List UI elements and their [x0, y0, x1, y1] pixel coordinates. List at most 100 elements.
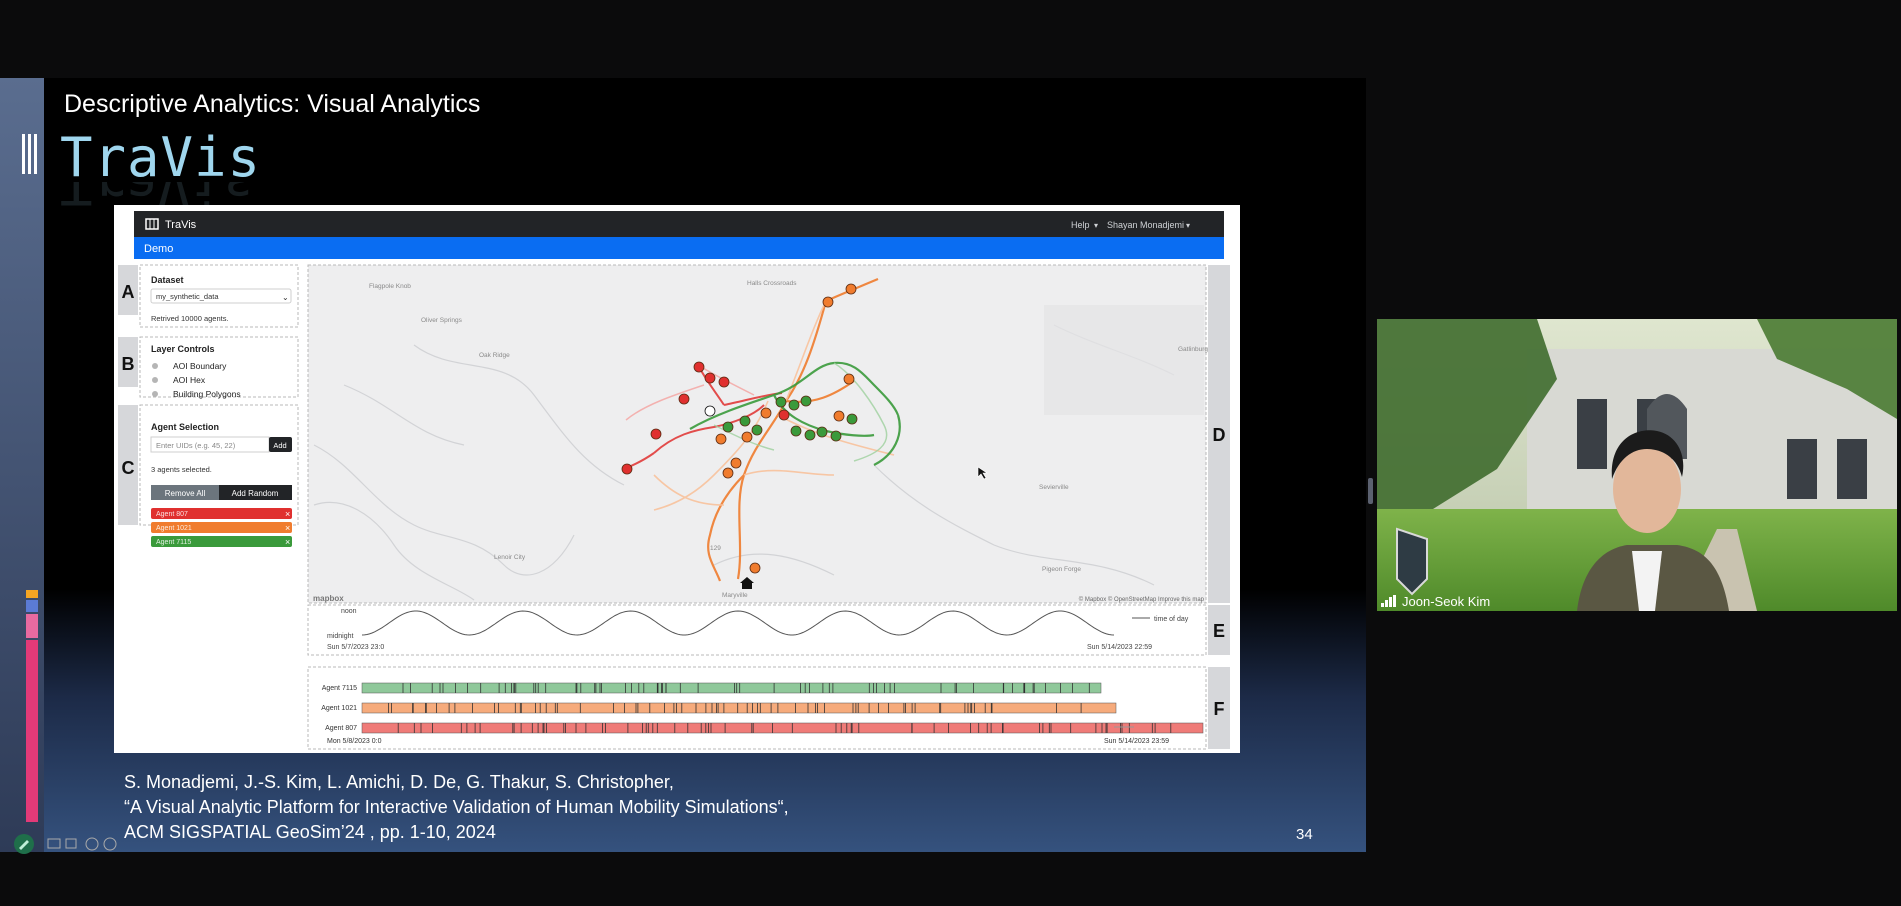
dataset-status: Retrived 10000 agents. [151, 314, 229, 323]
mapbox-logo: mapbox [313, 594, 344, 603]
agents-selected-status: 3 agents selected. [151, 465, 212, 474]
presentation-slide: Descriptive Analytics: Visual Analytics … [0, 78, 1366, 852]
time-start-label: Sun 5/7/2023 23:0 [327, 644, 384, 651]
more-icon[interactable] [85, 837, 99, 851]
map-stop-marker[interactable] [704, 372, 716, 384]
map-place-label: Oak Ridge [479, 352, 510, 359]
map-stop-marker[interactable] [722, 467, 734, 479]
layer-toggle-building-polygons[interactable] [152, 391, 158, 397]
map-stop-marker[interactable] [749, 562, 761, 574]
university-shield-logo [1396, 527, 1428, 596]
map-stop-marker[interactable] [788, 399, 800, 411]
presentation-toolbar [14, 834, 117, 854]
map-place-label: Oliver Springs [421, 317, 463, 324]
map-stop-marker[interactable] [822, 296, 834, 308]
map-stop-marker[interactable] [718, 376, 730, 388]
travis-screenshot: TraVis Help ▾ Shayan Monadjemi ▾ Demo A … [114, 205, 1240, 753]
timeline-row-label-7115: Agent 7115 [322, 685, 357, 692]
map-place-label: Halls Crossroads [747, 280, 797, 287]
map-place-label: Flagpole Knob [369, 283, 411, 290]
panel-resize-handle[interactable] [1368, 478, 1373, 504]
map-place-label: Lenoir City [494, 554, 526, 561]
map-stop-marker[interactable] [621, 463, 633, 475]
webcam-tile[interactable] [1377, 319, 1897, 611]
chevron-down-icon: ⌄ [282, 293, 289, 302]
timeline-start-label: Mon 5/8/2023 0:0 [327, 738, 382, 745]
map-stop-marker[interactable] [722, 421, 734, 433]
slide-number: 34 [1296, 826, 1313, 843]
map-stop-marker[interactable] [790, 425, 802, 437]
layer-toggle-aoi-hex[interactable] [152, 377, 158, 383]
remove-all-label: Remove All [165, 489, 206, 498]
map-stop-marker[interactable] [843, 373, 855, 385]
panel-c-letter: C [122, 458, 135, 478]
add-random-label: Add Random [232, 489, 279, 498]
map-stop-marker[interactable] [778, 409, 790, 421]
map-stop-marker[interactable] [715, 433, 727, 445]
time-of-day-panel[interactable] [307, 604, 1207, 656]
map-stop-marker[interactable] [693, 361, 705, 373]
uid-input-placeholder: Enter UIDs (e.g. 45, 22) [156, 441, 236, 450]
map-stop-marker[interactable] [830, 430, 842, 442]
map-stop-marker[interactable] [816, 426, 828, 438]
citation: S. Monadjemi, J.-S. Kim, L. Amichi, D. D… [124, 770, 789, 845]
remove-agent-1021-icon[interactable]: × [285, 523, 290, 533]
map-attribution[interactable]: © Mapbox © OpenStreetMap Improve this ma… [1079, 596, 1205, 603]
help-menu[interactable]: Help [1071, 220, 1090, 230]
road-shield: 129 [710, 545, 721, 552]
map-stop-marker[interactable] [846, 413, 858, 425]
timeline-row-label-807: Agent 807 [325, 725, 357, 732]
map-stop-marker[interactable] [845, 283, 857, 295]
travis-navbar [134, 211, 1224, 237]
citation-line: “A Visual Analytic Platform for Interact… [124, 797, 789, 817]
slide-progress-strip [26, 590, 38, 822]
remove-agent-7115-icon[interactable]: × [285, 537, 290, 547]
layer-label-aoi-boundary: AOI Boundary [173, 361, 227, 371]
app-title: TraVis [60, 126, 262, 189]
map-stop-marker[interactable] [730, 457, 742, 469]
map-stop-marker[interactable] [739, 415, 751, 427]
panel-b-letter: B [122, 354, 135, 374]
map-stop-marker[interactable] [678, 393, 690, 405]
timeline-row-label-1021: Agent 1021 [321, 705, 357, 712]
timeline-bar [361, 682, 1102, 694]
map-place-label: Gatlinburg [1178, 346, 1208, 353]
agent-chip-807-label: Agent 807 [156, 511, 188, 518]
map-stop-marker[interactable] [650, 428, 662, 440]
map-stop-marker[interactable] [804, 429, 816, 441]
map-stop-marker[interactable] [833, 410, 845, 422]
citation-line: ACM SIGSPATIAL GeoSim’24 , pp. 1-10, 202… [124, 822, 496, 842]
agent-selection-heading: Agent Selection [151, 422, 219, 432]
timeline-bar [361, 722, 1204, 734]
agent-chip-7115-label: Agent 7115 [156, 539, 191, 546]
timeline-bar [361, 702, 1117, 714]
timeline-bars [361, 682, 1204, 734]
next-slide-icon[interactable] [103, 837, 117, 851]
map-place-label: Sevierville [1039, 484, 1069, 491]
travis-ui: TraVis Help ▾ Shayan Monadjemi ▾ Demo A … [114, 205, 1240, 753]
map-stop-marker[interactable] [704, 405, 716, 417]
dataset-select-value: my_synthetic_data [156, 292, 219, 301]
map-stop-marker[interactable] [800, 395, 812, 407]
layer-toggle-aoi-boundary[interactable] [152, 363, 158, 369]
captions-icon[interactable] [47, 838, 61, 849]
camera-icon[interactable] [65, 838, 77, 849]
map-stop-marker[interactable] [775, 396, 787, 408]
chevron-down-icon: ▾ [1094, 221, 1098, 230]
panel-f-letter: F [1214, 699, 1225, 719]
tab-demo[interactable]: Demo [144, 243, 173, 255]
remove-agent-807-icon[interactable]: × [285, 509, 290, 519]
panel-e-letter: E [1213, 621, 1225, 641]
travis-brand[interactable]: TraVis [165, 219, 197, 231]
map-stop-marker[interactable] [760, 407, 772, 419]
map-place-label: Pigeon Forge [1042, 566, 1081, 573]
user-menu[interactable]: Shayan Monadjemi [1107, 220, 1184, 230]
map-stop-marker[interactable] [741, 431, 753, 443]
map-terrain-patch [1044, 305, 1204, 415]
layer-label-aoi-hex: AOI Hex [173, 375, 206, 385]
map-stop-marker[interactable] [751, 424, 763, 436]
participant-name: Joon-Seok Kim [1402, 594, 1491, 609]
timeline-end-label: Sun 5/14/2023 23:59 [1104, 738, 1169, 745]
agent-chip-1021-label: Agent 1021 [156, 525, 192, 532]
layer-label-building-polygons: Building Polygons [173, 389, 241, 399]
